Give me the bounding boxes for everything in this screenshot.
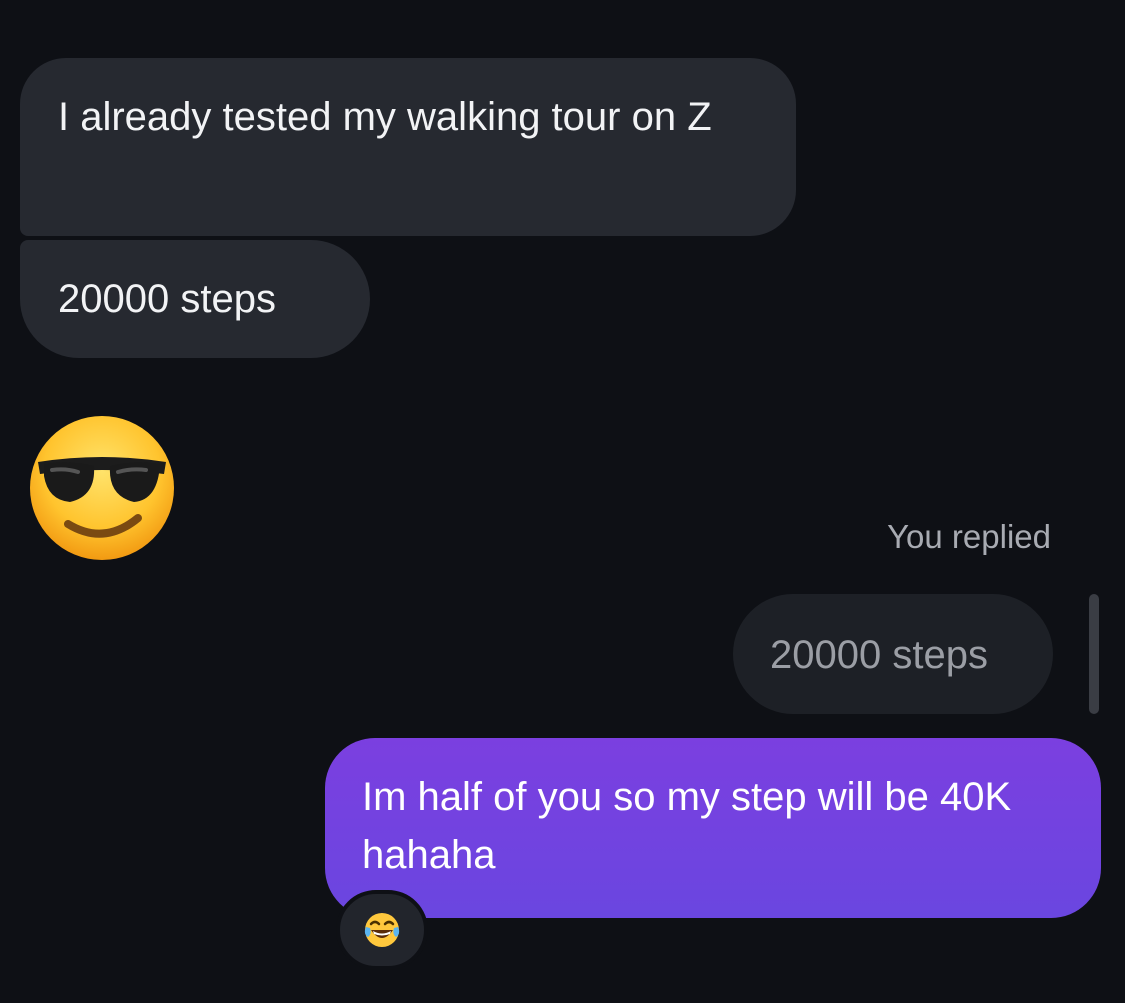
reply-indicator-bar [1089,594,1099,714]
message-text: I already tested my walking tour on Z [58,95,712,139]
message-text: 20000 steps [58,277,276,321]
message-reaction[interactable] [336,890,428,970]
incoming-message[interactable]: I already tested my walking tour on Z [20,58,796,236]
reply-indicator-label: You replied [887,518,1051,555]
quoted-text: 20000 steps [770,633,988,677]
face-with-tears-of-joy-icon [364,913,400,947]
quoted-message[interactable]: 20000 steps [733,594,1053,714]
smiling-face-with-sunglasses-icon[interactable] [22,412,182,572]
incoming-message[interactable]: 20000 steps [20,240,370,358]
message-text: Im half of you so my step will be 40K ha… [362,775,1012,877]
outgoing-message[interactable]: Im half of you so my step will be 40K ha… [325,738,1101,918]
